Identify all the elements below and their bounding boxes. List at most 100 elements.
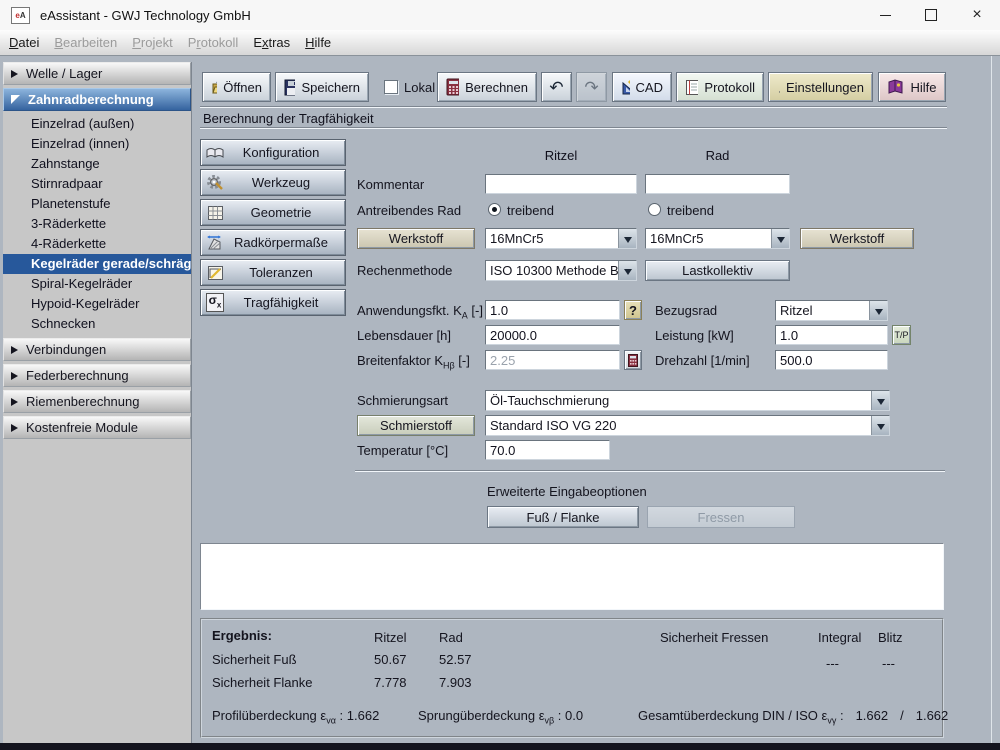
speed-label: Drehzahl [1/min] — [655, 353, 750, 368]
sidebar-item-einzelrad-aussen[interactable]: Einzelrad (außen) — [3, 114, 191, 134]
local-checkbox[interactable] — [384, 80, 398, 94]
temperature-input[interactable] — [485, 440, 610, 460]
lubrication-type-label: Schmierungsart — [357, 393, 449, 408]
save-button[interactable]: Speichern — [275, 72, 369, 102]
sidebar-item-hypoid-kegelraeder[interactable]: Hypoid-Kegelräder — [3, 294, 191, 314]
undo-button[interactable]: ↶ — [541, 72, 572, 102]
window-edge-highlight — [991, 56, 992, 743]
report-page-icon — [686, 79, 699, 95]
application-factor-help-button[interactable]: ? — [624, 300, 642, 320]
werkzeug-button[interactable]: Werkzeug — [200, 169, 346, 196]
sidebar-item-schnecken[interactable]: Schnecken — [3, 314, 191, 334]
report-button[interactable]: Protokoll — [676, 72, 764, 102]
sidebar-section-zahnradberechnung[interactable]: Zahnradberechnung — [3, 88, 191, 111]
menu-bar: Datei Bearbeiten Projekt Protokoll Extra… — [0, 30, 1000, 56]
title-bar: eA eAssistant - GWJ Technology GmbH × — [0, 0, 1000, 31]
result-flank-safety-pinion: 7.778 — [374, 675, 407, 690]
method-label: Rechenmethode — [357, 263, 453, 278]
sidebar-section-federberechnung[interactable]: Federberechnung — [3, 364, 191, 387]
reference-gear-label: Bezugsrad — [655, 303, 718, 318]
comment-label: Kommentar — [357, 177, 425, 192]
driving-gear-label: Antreibendes Rad — [357, 203, 462, 218]
gear-icon — [201, 174, 229, 191]
tragfaehigkeit-button[interactable]: σx Tragfähigkeit — [200, 289, 346, 316]
sidebar-item-3-raederkette[interactable]: 3-Räderkette — [3, 214, 191, 234]
book-icon — [201, 145, 229, 160]
help-book-icon — [888, 79, 903, 94]
radkoerpermasse-button[interactable]: Radkörpermaße — [200, 229, 346, 256]
result-root-safety-gear: 52.57 — [439, 652, 472, 667]
calculator-mini-icon — [628, 353, 638, 367]
lubricant-select[interactable]: Standard ISO VG 220 — [485, 415, 890, 436]
reference-gear-select[interactable]: Ritzel — [775, 300, 888, 321]
maximize-button[interactable] — [908, 0, 954, 30]
application-factor-input[interactable] — [485, 300, 620, 320]
speed-input[interactable] — [775, 350, 888, 370]
redo-icon: ↷ — [584, 77, 599, 97]
save-floppy-icon — [284, 79, 296, 95]
chevron-right-icon — [11, 371, 18, 380]
driving-radio-pinion[interactable] — [488, 203, 501, 216]
material-button-pinion[interactable]: Werkstoff — [357, 228, 475, 249]
help-button[interactable]: Hilfe — [878, 72, 946, 102]
konfiguration-button[interactable]: Konfiguration — [200, 139, 346, 166]
sidebar-item-4-raederkette[interactable]: 4-Räderkette — [3, 234, 191, 254]
chevron-down-icon — [871, 416, 889, 435]
menu-item-hilfe[interactable]: Hilfe — [305, 35, 331, 50]
cad-button[interactable]: CAD — [612, 72, 672, 102]
window-title: eAssistant - GWJ Technology GmbH — [40, 7, 251, 23]
width-factor-calc-button[interactable] — [624, 350, 642, 370]
result-integral-value: --- — [826, 656, 839, 671]
settings-button[interactable]: Einstellungen — [768, 72, 873, 102]
menu-item-projekt: Projekt — [132, 35, 173, 50]
results-col-integral: Integral — [818, 630, 862, 645]
root-flank-button[interactable]: Fuß / Flanke — [487, 506, 639, 528]
life-input[interactable] — [485, 325, 620, 345]
torque-power-toggle-button[interactable]: T/P — [892, 325, 911, 345]
power-input[interactable] — [775, 325, 888, 345]
lubrication-type-select[interactable]: Öl-Tauchschmierung — [485, 390, 890, 411]
column-header-ritzel: Ritzel — [544, 148, 578, 163]
cad-icon — [622, 80, 630, 95]
menu-item-extras[interactable]: Extras — [253, 35, 290, 50]
chevron-down-icon — [618, 261, 636, 280]
local-checkbox-label: Lokal — [404, 79, 436, 95]
material-select-pinion[interactable]: 16MnCr5 — [485, 228, 637, 249]
sidebar-item-kegelraeder-gerade-schraeg[interactable]: Kegelräder gerade/schräg — [3, 254, 191, 274]
material-button-gear[interactable]: Werkstoff — [800, 228, 914, 249]
minimize-button[interactable] — [862, 0, 908, 30]
sidebar-item-einzelrad-innen[interactable]: Einzelrad (innen) — [3, 134, 191, 154]
toleranzen-button[interactable]: Toleranzen — [200, 259, 346, 286]
calculate-button[interactable]: Berechnen — [437, 72, 537, 102]
geometrie-button[interactable]: Geometrie — [200, 199, 346, 226]
open-button[interactable]: Öffnen — [202, 72, 271, 102]
close-button[interactable]: × — [954, 0, 1000, 30]
sidebar-item-zahnstange[interactable]: Zahnstange — [3, 154, 191, 174]
chevron-right-icon — [11, 397, 18, 406]
profile-overlap: Profilüberdeckung εvα : 1.662 — [212, 708, 380, 726]
sidebar-item-planetenstufe[interactable]: Planetenstufe — [3, 194, 191, 214]
comment-input-gear[interactable] — [645, 174, 790, 194]
power-label: Leistung [kW] — [655, 328, 734, 343]
life-label: Lebensdauer [h] — [357, 328, 451, 343]
sidebar-section-riemenberechnung[interactable]: Riemenberechnung — [3, 390, 191, 413]
sidebar-item-stirnradpaar[interactable]: Stirnradpaar — [3, 174, 191, 194]
result-flash-value: --- — [882, 656, 895, 671]
method-select[interactable]: ISO 10300 Methode B1 — [485, 260, 637, 281]
result-root-safety-pinion: 50.67 — [374, 652, 407, 667]
sidebar-section-verbindungen[interactable]: Verbindungen — [3, 338, 191, 361]
maximize-icon — [925, 9, 937, 21]
lubricant-button[interactable]: Schmierstoff — [357, 415, 475, 436]
tools-icon — [778, 90, 780, 93]
sidebar-section-welle-lager[interactable]: Welle / Lager — [3, 62, 191, 85]
chevron-down-icon — [618, 229, 636, 248]
sidebar-section-kostenfreie-module[interactable]: Kostenfreie Module — [3, 416, 191, 439]
menu-item-datei[interactable]: Datei — [9, 35, 39, 50]
sidebar-item-spiral-kegelraeder[interactable]: Spiral-Kegelräder — [3, 274, 191, 294]
separator — [355, 470, 945, 472]
driving-radio-gear[interactable] — [648, 203, 661, 216]
load-spectrum-button[interactable]: Lastkollektiv — [645, 260, 790, 281]
result-root-safety-label: Sicherheit Fuß — [212, 652, 297, 667]
material-select-gear[interactable]: 16MnCr5 — [645, 228, 790, 249]
comment-input-pinion[interactable] — [485, 174, 637, 194]
